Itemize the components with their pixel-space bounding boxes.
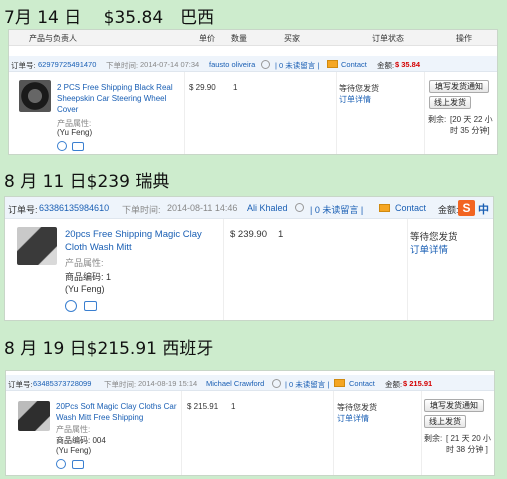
sogou-chinese-mode[interactable]: 中 — [478, 201, 489, 217]
order-no-label: 订单号: — [8, 205, 38, 215]
clock-icon[interactable] — [56, 459, 66, 469]
contact-link[interactable]: Contact — [349, 379, 375, 388]
order-status: 等待您发货 — [410, 232, 458, 243]
col-qty: 数量 — [231, 34, 247, 43]
amount-value: $ 215.91 — [403, 379, 433, 388]
unit-price: $ 29.90 — [189, 83, 216, 92]
order-info-row: 订单号: 62979725491470 下单时间: 2014-07-14 07:… — [9, 56, 497, 72]
buyer-status-icon — [295, 202, 304, 213]
unread-messages-link[interactable]: | 0 未读留言 | — [310, 203, 363, 216]
order-details-link[interactable]: 订单详情 — [337, 413, 369, 424]
product-attrs-label: 产品属性: — [56, 425, 91, 434]
order-card-3: 订单号: 63485373728099 下单时间: 2014-08-19 15:… — [5, 370, 495, 476]
order-no-link[interactable]: 62979725491470 — [38, 60, 96, 69]
order-details-link[interactable]: 订单详情 — [410, 242, 448, 256]
camera-icon[interactable] — [72, 460, 84, 469]
mail-icon — [334, 378, 347, 388]
remaining-label: 剩余: — [428, 115, 447, 124]
product-thumbnail[interactable] — [17, 227, 57, 265]
buyer-status-icon — [272, 378, 281, 388]
buyer-link[interactable]: Michael Crawford — [206, 379, 264, 388]
contact-link[interactable]: Contact — [341, 60, 367, 69]
order-card-1: 产品与负责人 单价 数量 买家 订单状态 操作 订单号: 62979725491… — [8, 29, 498, 155]
online-shipping-button[interactable]: 线上发货 — [429, 96, 471, 109]
order-no-link[interactable]: 63386135984610 — [39, 203, 109, 213]
amount-label: 金额: — [385, 380, 403, 389]
amount-value: $ 35.84 — [395, 60, 421, 69]
section-heading-2: 8 月 11 日$239 瑞典 — [4, 172, 170, 192]
quantity: 1 — [278, 229, 284, 240]
camera-icon[interactable] — [84, 301, 97, 311]
order-info-row: 订单号: 63485373728099 下单时间: 2014-08-19 15:… — [6, 375, 494, 391]
amount-label: 金额: — [377, 61, 395, 70]
col-buyer: 买家 — [284, 34, 300, 43]
sogou-input-icon[interactable]: S — [458, 200, 475, 216]
product-thumbnail[interactable] — [19, 80, 51, 112]
order-status: 等待您发货 — [339, 84, 379, 93]
order-info-row: 订单号: 63386135984610 下单时间: 2014-08-11 14:… — [5, 197, 493, 219]
order-time-label: 下单时间: — [104, 380, 137, 389]
order-time-label: 下单时间: — [106, 61, 139, 70]
product-thumbnail[interactable] — [18, 401, 50, 431]
contact-link[interactable]: Contact — [395, 203, 426, 213]
amount-label: 金额: — [438, 205, 459, 215]
order-time: 2014-07-14 07:34 — [140, 60, 200, 69]
order-no-label: 订单号: — [11, 61, 36, 70]
buyer-status-icon — [261, 59, 270, 69]
clock-icon[interactable] — [65, 300, 77, 312]
quantity: 1 — [231, 402, 236, 411]
buyer-link[interactable]: Ali Khaled — [247, 203, 288, 213]
product-title-link[interactable]: 2 PCS Free Shipping Black Real Sheepskin… — [57, 82, 177, 115]
online-shipping-button[interactable]: 线上发货 — [424, 415, 466, 428]
remaining-time: [ 21 天 20 小时 38 分钟 ] — [446, 434, 491, 454]
col-product: 产品与负责人 — [29, 34, 77, 43]
order-card-2: 订单号: 63386135984610 下单时间: 2014-08-11 14:… — [4, 196, 494, 321]
order-details-link[interactable]: 订单详情 — [339, 94, 371, 105]
order-time: 2014-08-19 15:14 — [138, 379, 198, 388]
column-header-row: 产品与负责人 单价 数量 买家 订单状态 操作 — [9, 30, 497, 46]
unread-messages-link[interactable]: | 0 未读留言 | — [285, 379, 329, 390]
product-attrs-label: 产品属性: — [65, 258, 104, 268]
product-title-link[interactable]: 20Pcs Soft Magic Clay Cloths Car Wash Mi… — [56, 401, 178, 423]
col-price: 单价 — [199, 34, 215, 43]
order-time: 2014-08-11 14:46 — [167, 203, 238, 213]
section-heading-3: 8 月 19 日$215.91 西班牙 — [4, 339, 214, 359]
fill-shipping-notice-button[interactable]: 填写发货通知 — [424, 399, 484, 412]
product-owner: (Yu Feng) — [65, 284, 105, 294]
fill-shipping-notice-button[interactable]: 填写发货通知 — [429, 80, 489, 93]
remaining-label: 剩余: — [424, 434, 443, 443]
buyer-link[interactable]: fausto oliveira — [209, 60, 255, 69]
order-status: 等待您发货 — [337, 403, 377, 412]
col-action: 操作 — [456, 34, 472, 43]
section-heading-1: 7月 14 日 $35.84 巴西 — [4, 8, 215, 28]
camera-icon[interactable] — [72, 142, 84, 151]
mail-icon — [327, 59, 340, 69]
unit-price: $ 215.91 — [187, 402, 219, 411]
product-code: 商品编码: 004 — [56, 436, 106, 445]
order-time-label: 下单时间: — [122, 205, 161, 215]
product-owner: (Yu Feng) — [56, 446, 92, 455]
col-status: 订单状态 — [372, 34, 404, 43]
clock-icon[interactable] — [57, 141, 67, 151]
product-code: 商品编码: 1 — [65, 272, 112, 282]
order-no-link[interactable]: 63485373728099 — [33, 379, 91, 388]
order-no-label: 订单号: — [8, 380, 33, 389]
product-title-link[interactable]: 20pcs Free Shipping Magic Clay Cloth Was… — [65, 228, 215, 254]
product-owner: (Yu Feng) — [57, 128, 93, 137]
unread-messages-link[interactable]: | 0 未读留言 | — [275, 60, 319, 71]
quantity: 1 — [233, 83, 238, 92]
mail-icon — [379, 202, 392, 212]
remaining-time: [20 天 22 小时 35 分钟] — [450, 115, 493, 135]
unit-price: $ 239.90 — [230, 229, 267, 240]
